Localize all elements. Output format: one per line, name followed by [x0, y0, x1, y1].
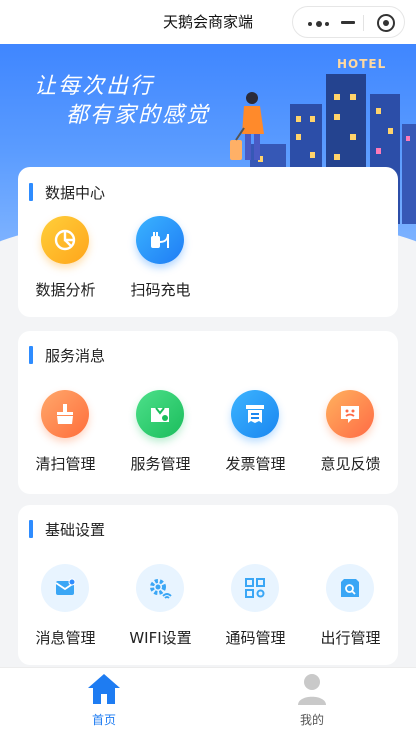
- qr-code-icon: [231, 564, 279, 612]
- section-data-center: 数据中心 数据分析 扫码充电: [18, 167, 398, 317]
- section-basic-settings: 基础设置 消息管理 WIFI设置 通码管理 出行管理: [18, 505, 398, 665]
- item-label: 意见反馈: [320, 455, 381, 473]
- item-label: 发票管理: [225, 455, 286, 473]
- mini-program-capsule: [292, 6, 405, 38]
- item-label: 扫码充电: [130, 281, 191, 299]
- feedback-face-icon: [326, 390, 374, 438]
- charging-plug-icon: [136, 216, 184, 264]
- more-options-icon[interactable]: [308, 21, 330, 27]
- user-icon: [298, 674, 326, 705]
- minimize-icon[interactable]: [341, 21, 355, 24]
- bottom-tab-bar: 首页 我的: [0, 667, 416, 731]
- section-accent-bar: [29, 346, 33, 364]
- broom-icon: [41, 390, 89, 438]
- section-title: 数据中心: [45, 184, 106, 202]
- pie-chart-icon: [41, 216, 89, 264]
- message-envelope-icon: [41, 564, 89, 612]
- section-title: 服务消息: [45, 347, 106, 365]
- capsule-divider: [363, 15, 364, 31]
- item-label: 消息管理: [35, 629, 96, 647]
- banner-slogan-line1: 让每次出行: [34, 74, 155, 99]
- section-title: 基础设置: [45, 521, 106, 539]
- tab-label: 我的: [299, 713, 324, 727]
- wifi-gear-icon: [136, 564, 184, 612]
- home-icon: [88, 674, 120, 704]
- banner-slogan-line2: 都有家的感觉: [66, 103, 211, 128]
- section-service-messages: 服务消息 清扫管理 服务管理 发票管理 意见反馈: [18, 331, 398, 494]
- invoice-icon: [231, 390, 279, 438]
- item-label: 出行管理: [320, 629, 381, 647]
- close-mini-program-icon[interactable]: [377, 14, 395, 32]
- hotel-sign: HOTEL: [337, 57, 387, 71]
- section-accent-bar: [29, 520, 33, 538]
- item-label: 通码管理: [225, 629, 286, 647]
- item-label: 数据分析: [35, 281, 96, 299]
- nav-bar: 天鹅会商家端: [0, 0, 416, 44]
- travel-search-icon: [326, 564, 374, 612]
- service-bell-icon: [136, 390, 184, 438]
- tab-label: 首页: [91, 713, 116, 727]
- item-label: 清扫管理: [35, 455, 96, 473]
- tab-mine[interactable]: 我的: [208, 668, 416, 731]
- section-accent-bar: [29, 183, 33, 201]
- traveler-with-suitcase-illustration: [230, 92, 264, 160]
- item-label: WIFI设置: [129, 629, 192, 647]
- item-label: 服务管理: [130, 455, 191, 473]
- tab-home[interactable]: 首页: [0, 668, 208, 731]
